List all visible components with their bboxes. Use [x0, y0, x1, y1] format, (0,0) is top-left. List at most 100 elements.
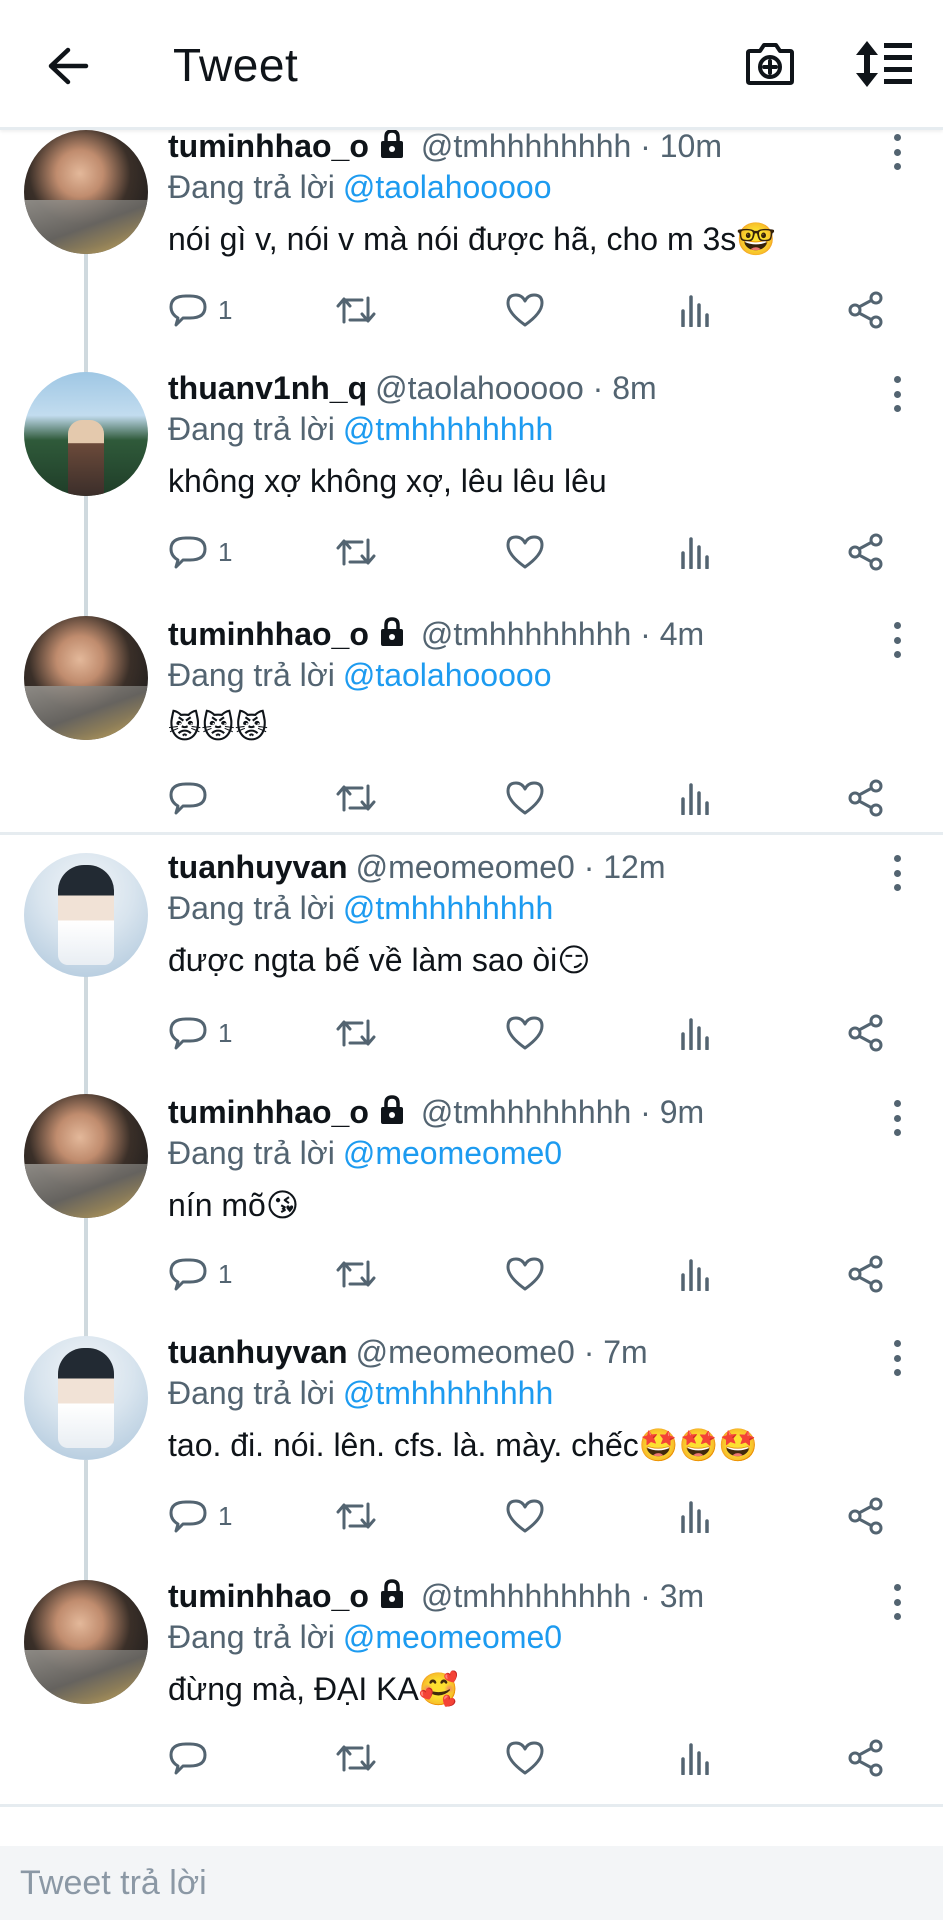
analytics-button[interactable] — [678, 1736, 712, 1780]
mention-link[interactable]: @tmhhhhhhhh — [343, 890, 553, 927]
avatar[interactable] — [24, 616, 148, 740]
reply-button[interactable]: 1 — [168, 1252, 232, 1296]
avatar[interactable] — [24, 1336, 148, 1460]
retweet-icon — [336, 1260, 376, 1288]
mention-link[interactable]: @tmhhhhhhhh — [343, 411, 553, 448]
reply-button[interactable]: 1 — [168, 1494, 232, 1538]
reply-count: 1 — [218, 1500, 233, 1531]
avatar[interactable] — [24, 372, 148, 496]
share-icon — [848, 1497, 883, 1535]
handle-and-time: @tmhhhhhhhh · 4m — [420, 615, 705, 652]
share-button[interactable] — [846, 1736, 886, 1780]
analytics-button[interactable] — [678, 1494, 712, 1538]
display-name[interactable]: tuanhuyvan — [168, 1334, 348, 1371]
share-button[interactable] — [846, 1011, 886, 1055]
like-button[interactable] — [505, 1011, 545, 1055]
display-name[interactable]: thuanv1nh_q — [168, 370, 367, 407]
reply-button[interactable] — [168, 1736, 218, 1780]
more-options-button[interactable] — [887, 134, 907, 170]
display-name[interactable]: tuminhhao_o — [168, 616, 369, 653]
like-button[interactable] — [505, 1736, 545, 1780]
reply-button[interactable]: 1 — [168, 288, 232, 332]
analytics-button[interactable] — [678, 1011, 712, 1055]
tweet-text: 😾😾😾 — [168, 709, 269, 745]
display-name[interactable]: tuanhuyvan — [168, 849, 348, 886]
tweet[interactable]: tuminhhao_o @tmhhhhhhhh · 4m Đang trả lờ… — [0, 614, 943, 856]
reply-button[interactable] — [168, 776, 218, 820]
more-options-button[interactable] — [887, 622, 907, 658]
display-name[interactable]: tuminhhao_o — [168, 128, 369, 165]
like-button[interactable] — [505, 1252, 545, 1296]
reply-button[interactable]: 1 — [168, 530, 232, 574]
share-button[interactable] — [846, 530, 886, 574]
display-name[interactable]: tuminhhao_o — [168, 1094, 369, 1131]
thread-line — [84, 1074, 88, 1096]
reply-icon — [169, 1742, 207, 1775]
tweet[interactable]: tuminhhao_o @tmhhhhhhhh · 10m Đang trả l… — [0, 128, 943, 372]
retweet-button[interactable] — [334, 1252, 378, 1296]
avatar[interactable] — [24, 1094, 148, 1218]
retweet-icon — [336, 538, 376, 566]
display-name[interactable]: tuminhhao_o — [168, 1578, 369, 1615]
more-options-button[interactable] — [887, 1340, 907, 1376]
share-button[interactable] — [846, 1494, 886, 1538]
share-button[interactable] — [846, 776, 886, 820]
tweet[interactable]: tuminhhao_o @tmhhhhhhhh · 9m Đang trả lờ… — [0, 1074, 943, 1316]
bar-chart-icon — [681, 1259, 709, 1291]
like-button[interactable] — [505, 776, 545, 820]
mention-link[interactable]: @tmhhhhhhhh — [343, 1375, 553, 1412]
share-button[interactable] — [846, 1252, 886, 1296]
tweet[interactable]: tuanhuyvan @meomeome0 · 12m Đang trả lời… — [0, 832, 943, 1077]
heart-icon — [506, 1257, 544, 1291]
reply-icon — [169, 782, 207, 815]
avatar[interactable] — [24, 130, 148, 254]
avatar[interactable] — [24, 1580, 148, 1704]
handle-and-time: @taolahooooo · 8m — [375, 369, 657, 406]
sort-replies-button[interactable] — [850, 34, 920, 94]
analytics-button[interactable] — [678, 1252, 712, 1296]
more-options-button[interactable] — [887, 1100, 907, 1136]
retweet-button[interactable] — [334, 1736, 378, 1780]
mention-link[interactable]: @taolahooooo — [343, 657, 552, 694]
retweet-icon — [336, 1744, 376, 1772]
mention-link[interactable]: @meomeome0 — [343, 1135, 562, 1172]
mention-link[interactable]: @meomeome0 — [343, 1619, 562, 1656]
share-icon — [848, 533, 883, 571]
like-button[interactable] — [505, 530, 545, 574]
replying-label: Đang trả lời — [168, 889, 335, 926]
more-options-button[interactable] — [887, 1584, 907, 1620]
retweet-button[interactable] — [334, 776, 378, 820]
tweet[interactable]: thuanv1nh_q @taolahooooo · 8m Đang trả l… — [0, 369, 943, 614]
heart-icon — [506, 781, 544, 815]
replying-label: Đang trả lời — [168, 1374, 335, 1411]
reply-icon — [169, 1500, 207, 1533]
like-button[interactable] — [505, 288, 545, 332]
reply-icon — [169, 1017, 207, 1050]
back-button[interactable] — [40, 38, 96, 94]
share-button[interactable] — [846, 288, 886, 332]
more-options-button[interactable] — [887, 376, 907, 412]
retweet-button[interactable] — [334, 1011, 378, 1055]
retweet-button[interactable] — [334, 530, 378, 574]
bar-chart-icon — [681, 1743, 709, 1775]
avatar[interactable] — [24, 853, 148, 977]
tweet[interactable]: tuanhuyvan @meomeome0 · 7m Đang trả lời @… — [0, 1316, 943, 1558]
analytics-button[interactable] — [678, 288, 712, 332]
thread-line — [84, 1316, 88, 1338]
replying-label: Đang trả lời — [168, 1618, 335, 1655]
more-options-button[interactable] — [887, 855, 907, 891]
reply-button[interactable]: 1 — [168, 1011, 232, 1055]
like-button[interactable] — [505, 1494, 545, 1538]
tweet[interactable]: tuminhhao_o @tmhhhhhhhh · 3m Đang trả lờ… — [0, 1558, 943, 1800]
handle-and-time: @meomeome0 · 7m — [355, 1333, 648, 1370]
sort-list-icon — [856, 41, 912, 87]
reply-input[interactable] — [20, 1858, 920, 1908]
reply-composer — [0, 1846, 943, 1920]
camera-button[interactable] — [738, 34, 802, 94]
retweet-button[interactable] — [334, 288, 378, 332]
lock-icon — [380, 617, 403, 646]
analytics-button[interactable] — [678, 776, 712, 820]
analytics-button[interactable] — [678, 530, 712, 574]
retweet-button[interactable] — [334, 1494, 378, 1538]
mention-link[interactable]: @taolahooooo — [343, 169, 552, 206]
